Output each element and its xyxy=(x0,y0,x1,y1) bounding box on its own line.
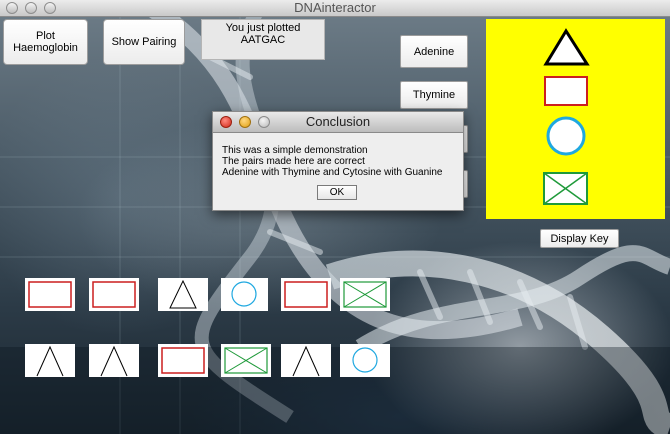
dialog-title-bar: Conclusion xyxy=(213,112,463,133)
plotted-sequence-label: You just plotted AATGAC xyxy=(201,19,325,60)
red-rectangle-icon xyxy=(544,76,588,106)
sequence-tile-open-triangle xyxy=(89,344,139,377)
blue-circle-icon xyxy=(546,116,586,156)
key-panel xyxy=(486,19,665,219)
ok-button[interactable]: OK xyxy=(317,185,357,200)
sequence-tile-crossed-box xyxy=(340,278,390,311)
dialog-title: Conclusion xyxy=(305,114,371,129)
green-crossed-box-icon xyxy=(543,172,588,205)
plotted-caption: You just plotted xyxy=(225,22,301,34)
adenine-button[interactable]: Adenine xyxy=(400,35,468,68)
sequence-tile-rectangle xyxy=(281,278,331,311)
plot-haemoglobin-button[interactable]: Plot Haemoglobin xyxy=(3,19,88,65)
sequence-tile-circle xyxy=(340,344,390,377)
dialog-line: This was a simple demonstration xyxy=(222,145,368,156)
sequence-tile-rectangle xyxy=(89,278,139,311)
dialog-message: This was a simple demonstration The pair… xyxy=(222,145,443,178)
sequence-tile-open-triangle xyxy=(25,344,75,377)
title-bar: DNAinteractor xyxy=(0,0,670,17)
window-title: DNAinteractor xyxy=(294,0,376,15)
sequence-tile-open-triangle xyxy=(281,344,331,377)
triangle-icon xyxy=(543,28,590,66)
plotted-sequence: AATGAC xyxy=(240,34,286,46)
conclusion-dialog: Conclusion This was a simple demonstrati… xyxy=(212,111,464,211)
sequence-tile-rectangle xyxy=(158,344,208,377)
sequence-tile-rectangle xyxy=(25,278,75,311)
sequence-tile-circle xyxy=(221,278,268,311)
dialog-line: Adenine with Thymine and Cytosine with G… xyxy=(222,167,443,178)
sequence-tile-triangle xyxy=(158,278,208,311)
show-pairing-button[interactable]: Show Pairing xyxy=(103,19,185,65)
display-key-button[interactable]: Display Key xyxy=(540,229,619,248)
thymine-button[interactable]: Thymine xyxy=(400,81,468,109)
sequence-tile-crossed-box xyxy=(221,344,271,377)
dialog-line: The pairs made here are correct xyxy=(222,156,365,167)
